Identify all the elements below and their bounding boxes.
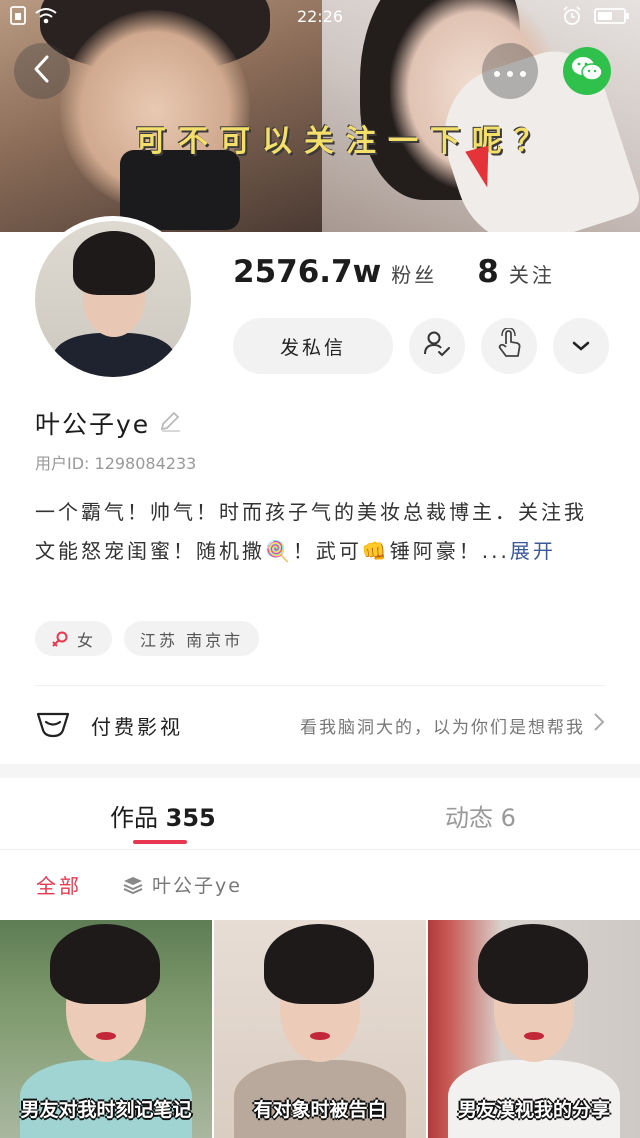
following-label[interactable]: 关注 — [509, 259, 555, 288]
layers-icon — [122, 875, 144, 895]
tab-works-label: 作品 — [110, 804, 158, 832]
bio-line-2: 文能怒宠闺蜜！随机撒🍭！武可👊锤阿豪！... — [35, 539, 510, 563]
filter-collection-label: 叶公子ye — [152, 875, 242, 897]
profile-page: 可不可以关注一下呢？ 22:26 2576.7w 粉丝 8 关注 发私信 叶公子… — [0, 0, 640, 1138]
filter-all[interactable]: 全部 — [36, 870, 82, 899]
profile-name: 叶公子ye — [35, 410, 151, 439]
avatar-frame[interactable] — [30, 216, 196, 382]
tab-activity-count: 6 — [500, 804, 516, 832]
follow-status-button[interactable] — [409, 318, 465, 374]
gender-label: 女 — [77, 630, 97, 650]
chevron-right-icon — [593, 712, 605, 738]
location-label: 江苏 南京市 — [140, 630, 244, 650]
user-check-icon — [422, 329, 452, 363]
thumb-figure-hair — [478, 924, 588, 1004]
video-thumbnail[interactable]: 男友对我时刻记笔记 — [0, 920, 212, 1138]
profile-stats: 2576.7w 粉丝 8 关注 — [233, 254, 555, 290]
user-id: 用户ID: 1298084233 — [35, 454, 197, 473]
wechat-share-button[interactable] — [563, 47, 611, 95]
works-filters: 全部 叶公子ye — [36, 870, 242, 899]
paid-video-row[interactable]: 付费影视 看我脑洞大的，以为你们是想帮我 — [35, 700, 605, 750]
content-tabs: 作品 355 动态 6 — [0, 778, 640, 850]
back-button[interactable] — [14, 43, 70, 99]
avatar-hair — [73, 231, 155, 295]
profile-actions: 发私信 — [233, 318, 609, 374]
avatar-body — [53, 333, 175, 377]
section-separator — [0, 764, 640, 778]
chevron-left-icon — [31, 54, 53, 88]
profile-tags: 女 江苏 南京市 — [35, 621, 271, 656]
tab-activity[interactable]: 动态 6 — [445, 798, 516, 833]
status-time: 22:26 — [296, 7, 344, 26]
fans-label[interactable]: 粉丝 — [391, 259, 437, 288]
tab-works[interactable]: 作品 355 — [110, 798, 216, 833]
expand-more-button[interactable] — [553, 318, 609, 374]
more-dots-icon — [493, 59, 527, 84]
edit-pencil-icon[interactable] — [158, 409, 182, 437]
paid-video-title: 付费影视 — [91, 714, 183, 739]
video-thumbnail[interactable]: 有对象时被告白 — [214, 920, 426, 1138]
alarm-icon — [562, 6, 582, 30]
fans-count[interactable]: 2576.7w — [233, 254, 381, 290]
wechat-icon — [571, 55, 603, 87]
profile-bio: 一个霸气！帅气！时而孩子气的美妆总裁博主．关注我 文能怒宠闺蜜！随机撒🍭！武可👊… — [35, 493, 605, 571]
thumb-figure-hair — [264, 924, 374, 1004]
video-thumbnail[interactable]: 男友漠视我的分享 — [428, 920, 640, 1138]
touch-interaction-button[interactable] — [481, 318, 537, 374]
chevron-down-icon — [571, 337, 591, 356]
divider — [35, 685, 605, 686]
female-icon — [51, 630, 69, 648]
finger-tap-icon — [494, 327, 524, 364]
avatar — [35, 221, 191, 377]
video-caption: 男友漠视我的分享 — [457, 1099, 610, 1121]
bio-line-1: 一个霸气！帅气！时而孩子气的美妆总裁博主．关注我 — [35, 500, 587, 524]
status-bar: 22:26 — [0, 0, 640, 34]
battery-icon — [594, 6, 630, 30]
tab-works-count: 355 — [165, 804, 216, 832]
send-message-button[interactable]: 发私信 — [233, 318, 393, 374]
video-caption: 男友对我时刻记笔记 — [20, 1099, 192, 1121]
gender-tag: 女 — [35, 621, 113, 656]
thumb-figure-hair — [50, 924, 160, 1004]
bio-expand-link[interactable]: 展开 — [510, 539, 556, 563]
video-grid: 男友对我时刻记笔记 有对象时被告白 男友漠视我的分享 — [0, 920, 640, 1138]
thumb-figure-lips — [524, 1032, 544, 1040]
thumb-figure-lips — [310, 1032, 330, 1040]
banner-camera — [120, 150, 240, 230]
filter-collection[interactable]: 叶公子ye — [122, 871, 242, 898]
following-count[interactable]: 8 — [477, 254, 499, 290]
profile-name-row: 叶公子ye — [35, 405, 182, 441]
tab-activity-label: 动态 — [445, 804, 493, 832]
paid-video-icon — [35, 711, 71, 739]
tab-active-indicator — [133, 840, 187, 844]
location-tag: 江苏 南京市 — [124, 621, 260, 656]
video-caption: 有对象时被告白 — [253, 1099, 387, 1121]
paid-video-description: 看我脑洞大的，以为你们是想帮我 — [300, 717, 585, 738]
profile-banner: 可不可以关注一下呢？ — [0, 0, 640, 232]
thumb-figure-lips — [96, 1032, 116, 1040]
more-button[interactable] — [482, 43, 538, 99]
banner-caption: 可不可以关注一下呢？ — [136, 124, 556, 159]
